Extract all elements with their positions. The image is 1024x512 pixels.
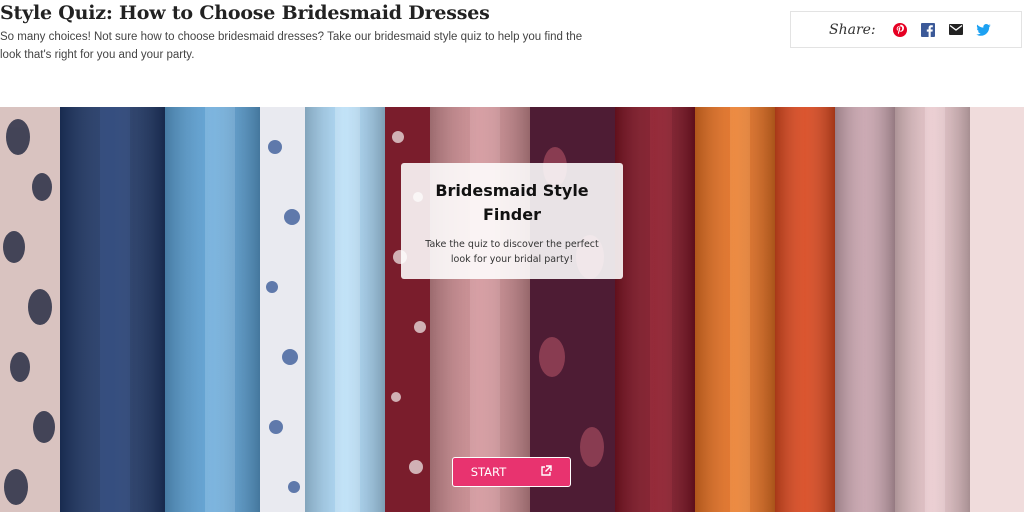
external-link-icon <box>540 464 552 480</box>
start-button-label: START <box>470 465 507 479</box>
page-description: So many choices! Not sure how to choose … <box>0 31 583 61</box>
share-label: Share: <box>829 21 876 38</box>
facebook-icon[interactable] <box>920 22 936 38</box>
start-quiz-button[interactable]: START <box>452 457 571 487</box>
twitter-icon[interactable] <box>976 22 992 38</box>
email-icon[interactable] <box>948 22 964 38</box>
quiz-subtitle: Take the quiz to discover the perfect lo… <box>425 239 599 265</box>
quiz-card: Bridesmaid Style Finder Take the quiz to… <box>401 163 623 279</box>
quiz-title: Bridesmaid Style Finder <box>435 181 589 224</box>
share-bar: Share: <box>790 11 1022 48</box>
pinterest-icon[interactable] <box>892 22 908 38</box>
page-title: Style Quiz: How to Choose Bridesmaid Dre… <box>0 2 490 24</box>
